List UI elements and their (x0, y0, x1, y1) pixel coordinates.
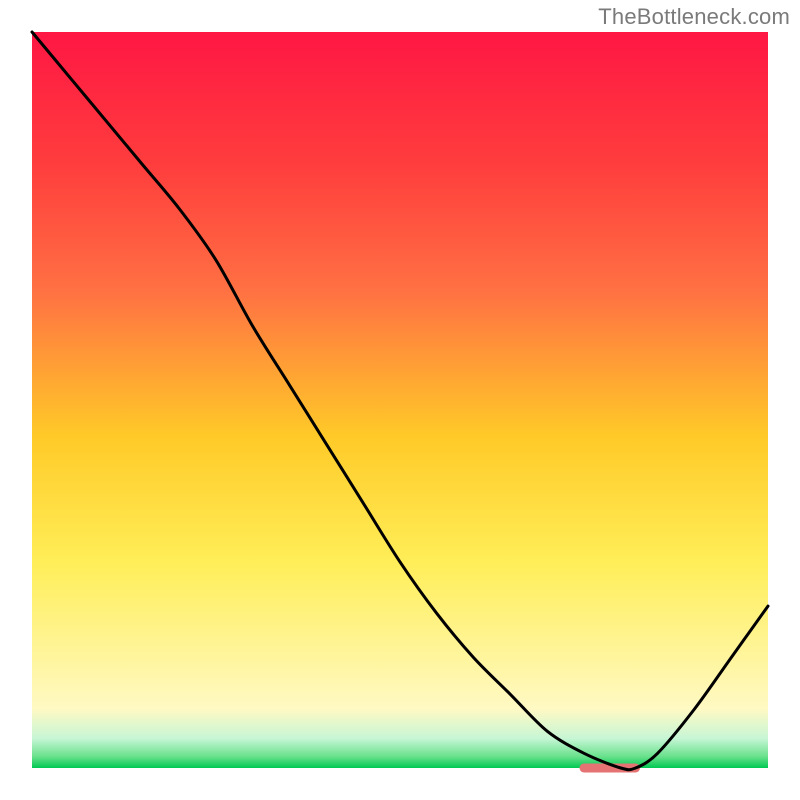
chart-frame: TheBottleneck.com (0, 0, 800, 800)
plot-background (32, 32, 768, 768)
bottleneck-curve-chart (0, 0, 800, 800)
